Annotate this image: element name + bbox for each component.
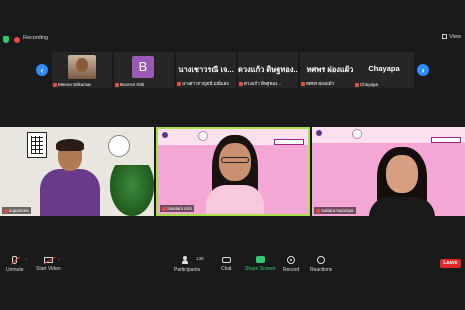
- participant-big-name: Chayapa: [368, 64, 400, 73]
- participant-video: [367, 147, 437, 216]
- recording-label[interactable]: Recording: [23, 35, 48, 41]
- participant-name: Saitara Nuampa: [321, 208, 354, 213]
- muted-mic-icon: [53, 82, 57, 87]
- grid-icon: [442, 34, 448, 40]
- participant-big-name: ทศพร ผ่องแผ้ว: [306, 65, 354, 74]
- start-video-button[interactable]: Start Video: [36, 256, 61, 272]
- chat-label: Chat: [221, 266, 232, 272]
- participants-icon: 138: [182, 256, 204, 264]
- participants-button[interactable]: 138 Participants: [174, 256, 204, 273]
- participant-name: supannee: [9, 208, 29, 213]
- participant-name: นางสาวกาญจนี มณีแสง: [182, 81, 229, 86]
- video-tile[interactable]: Saitara Nuampa: [312, 127, 465, 216]
- muted-mic-icon: [239, 81, 243, 86]
- avatar: B: [132, 56, 154, 78]
- participant-big-name: ดวงแก้ว ดิษฐทอง...: [238, 65, 298, 74]
- next-page-button[interactable]: ›: [417, 64, 429, 76]
- logo-icon: [316, 130, 322, 136]
- reactions-button[interactable]: Reactions: [310, 256, 332, 273]
- participant-thumbnail[interactable]: B Boonsri Kitti: [114, 52, 174, 88]
- recording-icon: [14, 37, 20, 43]
- view-button[interactable]: View: [442, 34, 461, 40]
- participant-video: [40, 139, 100, 216]
- reactions-icon: [317, 256, 326, 264]
- virtual-background-header: [312, 127, 465, 143]
- participant-thumbnail[interactable]: ทศพร ผ่องแผ้ว ทศพร ผ่องแผ้ว: [300, 52, 360, 88]
- microphone-muted-icon: [12, 256, 18, 264]
- video-options-caret-icon[interactable]: ^: [58, 257, 60, 262]
- plant: [110, 165, 154, 216]
- video-tile[interactable]: supannee: [0, 127, 154, 216]
- participant-name: ทศพร ผ่องแผ้ว: [306, 81, 335, 86]
- share-screen-button[interactable]: Share Screen: [245, 256, 276, 272]
- participant-video: [200, 135, 270, 214]
- audio-options-caret-icon[interactable]: ^: [25, 257, 27, 262]
- meeting-toolbar: Unmute ^ Start Video ^ 138 Participants …: [0, 252, 465, 310]
- muted-mic-icon: [301, 81, 305, 86]
- participant-big-name: นางเชาวรณี เจ...: [178, 65, 234, 74]
- unmute-label: Unmute: [6, 267, 24, 273]
- participant-name: ดวงแก้ว ดิษฐทอง...: [244, 81, 282, 86]
- previous-page-button[interactable]: ‹: [36, 64, 48, 76]
- chat-icon: [221, 257, 231, 263]
- muted-mic-icon: [4, 208, 8, 213]
- chat-button[interactable]: Chat: [221, 256, 232, 272]
- view-label: View: [449, 34, 461, 40]
- logo-icon: [162, 132, 168, 138]
- avatar: [68, 55, 96, 79]
- share-screen-label: Share Screen: [245, 266, 276, 272]
- participant-thumbnail[interactable]: นางเชาวรณี เจ... นางสาวกาญจนี มณีแสง: [176, 52, 236, 88]
- participants-count: 138: [196, 256, 204, 261]
- record-button[interactable]: Record: [283, 256, 299, 273]
- record-label: Record: [283, 267, 300, 273]
- muted-mic-icon: [162, 206, 166, 211]
- participant-name: Meena Srikumar: [58, 82, 92, 87]
- participant-thumbnail[interactable]: Chayapa Chayapa: [354, 52, 414, 88]
- participant-name: Chayapa: [360, 82, 379, 87]
- participant-thumbnail[interactable]: ดวงแก้ว ดิษฐทอง... ดวงแก้ว ดิษฐทอง...: [238, 52, 298, 88]
- record-icon: [287, 256, 296, 264]
- participant-thumbnail[interactable]: Meena Srikumar: [52, 52, 112, 88]
- seal-icon: [352, 129, 362, 139]
- zoom-window: Recording View ‹ › Meena Srikumar B Boon…: [0, 0, 465, 310]
- top-bar: Recording View: [0, 0, 465, 52]
- participant-name: Boonsri Kitti: [120, 82, 145, 87]
- participant-name: Saisiam Kitti: [167, 206, 192, 211]
- background-badge: [274, 139, 304, 145]
- wall-clock: [108, 135, 130, 157]
- unmute-button[interactable]: Unmute: [6, 256, 24, 273]
- video-tile-active-speaker[interactable]: Saisiam Kitti: [156, 127, 310, 216]
- leave-button[interactable]: Leave: [440, 259, 461, 268]
- muted-mic-icon: [115, 82, 119, 87]
- video-off-icon: [43, 257, 53, 263]
- muted-mic-icon: [177, 81, 181, 86]
- background-badge: [431, 137, 461, 143]
- shield-icon[interactable]: [3, 36, 9, 43]
- participants-label: Participants: [174, 267, 201, 273]
- start-video-label: Start Video: [36, 266, 61, 272]
- muted-mic-icon: [355, 82, 359, 87]
- muted-mic-icon: [316, 208, 320, 213]
- reactions-label: Reactions: [310, 267, 333, 273]
- share-screen-icon: [255, 256, 265, 263]
